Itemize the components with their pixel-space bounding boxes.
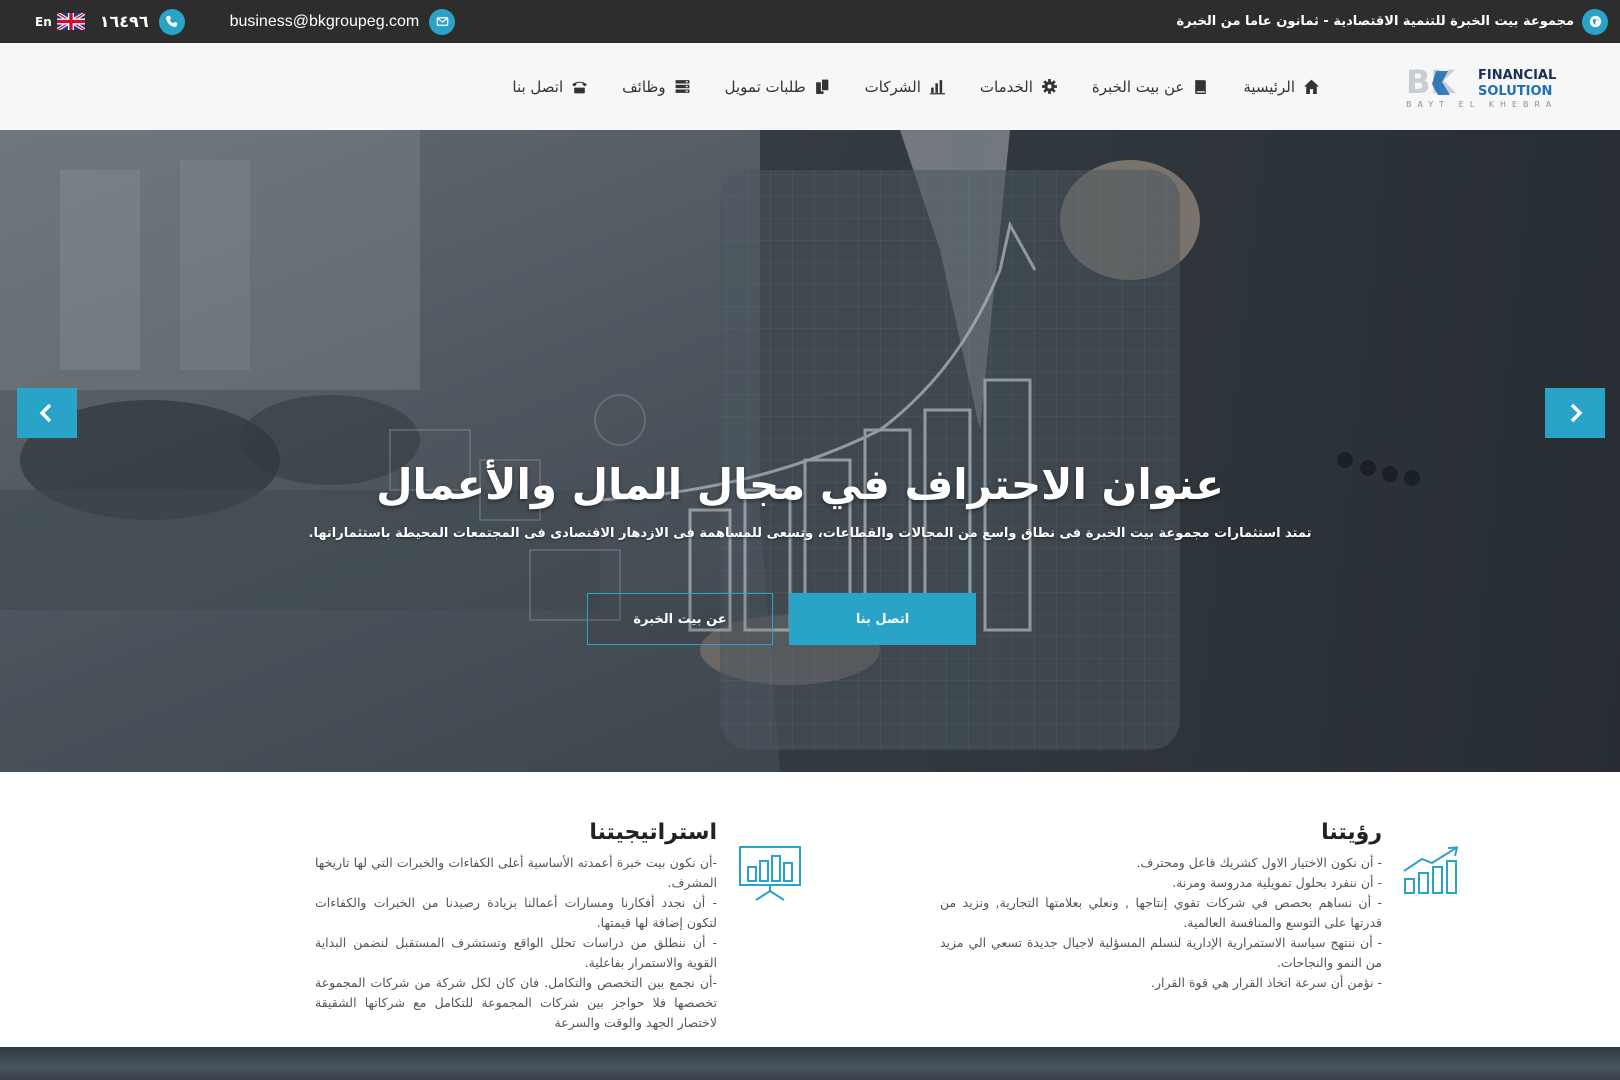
phone-icon[interactable]: [158, 8, 185, 35]
server-icon: [675, 80, 690, 93]
nav-item-label: اتصل بنا: [512, 77, 564, 96]
chevron-right-icon: [1570, 403, 1583, 423]
globe-icon: [1582, 8, 1608, 35]
presentation-board-icon: [739, 846, 801, 901]
strategy-item: -أن نجمع بين التخصص والتكامل. فان كان لك…: [315, 975, 717, 1030]
vision-section: رؤيتنا - أن نكون الاختيار الاول كشريك فا…: [940, 820, 1382, 993]
bar-chart-icon: [929, 80, 945, 95]
nav-item-label: الخدمات: [979, 77, 1033, 96]
home-icon: [1304, 79, 1319, 94]
growth-chart-icon: [1403, 846, 1459, 894]
hero-slider: عنوان الاحتراف في مجال المال والأعمال تم…: [0, 130, 1620, 772]
site-tagline: مجموعة بيت الخبرة للتنمية الاقتصادية - ث…: [1176, 14, 1574, 29]
top-bar-tagline-group: مجموعة بيت الخبرة للتنمية الاقتصادية - ث…: [1176, 0, 1608, 43]
nav-item-financing-requests[interactable]: طلبات تمويل: [725, 78, 831, 96]
slider-next-button[interactable]: [1545, 388, 1605, 438]
site-header: BK FINANCIAL SOLUTION BAYT EL KHEBRA الر…: [0, 43, 1620, 130]
book-icon: [1195, 80, 1207, 94]
email-link[interactable]: business@bkgroupeg.com: [230, 13, 420, 31]
uk-flag-icon[interactable]: [56, 13, 85, 30]
logo-line-2: SOLUTION: [1478, 84, 1552, 99]
next-section-strip: [0, 1047, 1620, 1080]
strategy-item: -أن نكون بيت خبرة أعمدته الأساسية أعلى ا…: [315, 855, 717, 890]
files-icon: [815, 78, 830, 94]
nav-item-label: الشركات: [864, 77, 921, 96]
nav-item-label: الرئيسية: [1243, 77, 1295, 96]
nav-item-label: وظائف: [622, 77, 666, 96]
vision-item: - أن ننفرد بحلول تمويلية مدروسة ومرنة.: [1172, 875, 1382, 890]
vision-item: - أن ننتهج سياسة الاستمرارية الإدارية لن…: [940, 935, 1382, 970]
vision-item: - أن نساهم بحصص في شركات تقوي إنتاجها , …: [940, 895, 1382, 930]
hero-subtitle: تمتد استثمارات مجموعة بيت الخبرة فى نطاق…: [308, 526, 1312, 541]
language-switch[interactable]: En: [35, 15, 52, 29]
gear-icon: [1041, 79, 1057, 94]
logo-letters: BK: [1406, 63, 1456, 101]
main-nav: الرئيسية عن بيت الخبرة الخدمات الشركات ط…: [512, 43, 1320, 130]
nav-item-label: عن بيت الخبرة: [1091, 77, 1185, 96]
site-logo[interactable]: BK FINANCIAL SOLUTION BAYT EL KHEBRA: [1406, 63, 1576, 111]
about-button[interactable]: عن بيت الخبرة: [587, 593, 773, 645]
email-icon[interactable]: [429, 8, 456, 35]
top-bar-contact-group: En ١٦٤٩٦ business@bkgroupeg.com: [35, 0, 456, 43]
strategy-section: استراتيجيتنا -أن نكون بيت خبرة أعمدته ال…: [315, 820, 717, 1033]
slider-prev-button[interactable]: [17, 388, 77, 438]
hero-title: عنوان الاحتراف في مجال المال والأعمال: [376, 460, 1224, 509]
nav-item-home[interactable]: الرئيسية: [1243, 78, 1320, 96]
vision-title: رؤيتنا: [1321, 820, 1382, 845]
logo-line-1: FINANCIAL: [1478, 68, 1556, 83]
telephone-icon: [572, 81, 588, 94]
strategy-item: - أن ننطلق من دراسات تحلل الواقع وتستشرف…: [315, 935, 717, 970]
nav-item-services[interactable]: الخدمات: [980, 78, 1058, 96]
vision-item: - نؤمن أن سرعة اتخاذ القرار هي قوة القرا…: [1150, 975, 1382, 990]
contact-button[interactable]: اتصل بنا: [789, 593, 976, 645]
vision-item: - أن نكون الاختيار الاول كشريك فاعل ومحت…: [1136, 855, 1382, 870]
nav-item-jobs[interactable]: وظائف: [622, 78, 690, 96]
nav-item-label: طلبات تمويل: [724, 77, 806, 96]
chevron-left-icon: [39, 403, 52, 423]
nav-item-contact[interactable]: اتصل بنا: [512, 78, 588, 96]
nav-item-about[interactable]: عن بيت الخبرة: [1092, 78, 1209, 96]
strategy-item: - أن نجدد أفكارنا ومسارات أعمالنا بزيادة…: [315, 895, 717, 930]
strategy-title: استراتيجيتنا: [589, 820, 717, 845]
top-bar: مجموعة بيت الخبرة للتنمية الاقتصادية - ث…: [0, 0, 1620, 43]
logo-line-3: BAYT EL KHEBRA: [1406, 100, 1557, 109]
hero-background-image: [0, 130, 1620, 772]
phone-number[interactable]: ١٦٤٩٦: [100, 12, 149, 31]
nav-item-companies[interactable]: الشركات: [865, 78, 946, 96]
